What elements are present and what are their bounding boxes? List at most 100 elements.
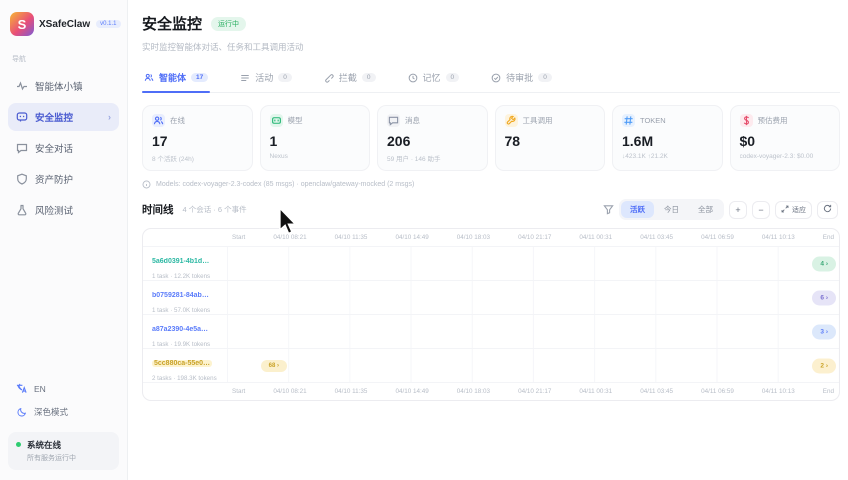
session-lane[interactable]: 4 › <box>227 247 839 280</box>
dark-mode-toggle[interactable]: 深色模式 <box>8 400 119 424</box>
sidebar-item-label: 资产防护 <box>35 172 73 186</box>
model-icon <box>270 114 283 127</box>
tab[interactable]: 拦截 0 <box>322 66 378 92</box>
timeline-session-row[interactable]: 5cc880ca-55e0… 2 tasks · 198.3K tokens 6… <box>143 348 839 382</box>
main-content: 安全监控 运行中 实时监控智能体对话、任务和工具调用活动 智能体 17 活动 0… <box>128 0 848 480</box>
session-id[interactable]: 5a6d0391-4b1d… <box>152 258 209 265</box>
event-marker[interactable]: 68 › <box>261 360 287 372</box>
tab-label: 待审批 <box>506 71 533 84</box>
nav-list: 智能体小镇 › 安全监控 › 安全对话 › 资产防护 › 风险测试 › <box>8 72 119 227</box>
stat-card: TOKEN 1.6M ↓423.1K ↑21.2K <box>612 105 723 171</box>
session-lane[interactable]: 6 › <box>227 281 839 314</box>
axis-tick-label: 04/10 18:03 <box>457 234 490 241</box>
sidebar-item-link[interactable]: 智能体小镇 › <box>8 72 119 100</box>
wrench-icon <box>505 114 518 127</box>
session-id[interactable]: 5cc880ca-55e0… <box>152 360 212 367</box>
sidebar-item-label: 风险测试 <box>35 203 73 217</box>
session-lane[interactable]: 3 › <box>227 315 839 348</box>
tab[interactable]: 待审批 0 <box>489 66 554 92</box>
axis-tick-label: 04/11 00:31 <box>579 388 612 395</box>
event-count-pill[interactable]: 3 › <box>812 324 836 339</box>
tab[interactable]: 记忆 0 <box>406 66 462 92</box>
app-name: XSafeClaw <box>39 19 90 30</box>
translate-icon <box>16 383 27 394</box>
sidebar-item-active[interactable]: 安全监控 › <box>8 103 119 131</box>
stat-card: 在线 17 8 个活跃 (24h) <box>142 105 253 171</box>
app-logo: S <box>10 12 34 36</box>
stat-card: 预估费用 $0 codex-voyager-2.3: $0.00 <box>730 105 841 171</box>
dark-mode-label: 深色模式 <box>34 406 68 418</box>
zoom-out-button[interactable]: − <box>752 201 770 219</box>
axis-tick-label: 04/11 10:13 <box>762 388 795 395</box>
timeline-session-row[interactable]: 5a6d0391-4b1d… 1 task · 12.2K tokens 4 › <box>143 246 839 280</box>
refresh-button[interactable] <box>817 201 838 219</box>
activity-icon <box>16 80 28 92</box>
axis-tick-label: 04/11 06:59 <box>701 388 734 395</box>
stat-label: TOKEN <box>640 116 666 125</box>
version-badge: v0.1.1 <box>96 20 120 28</box>
filter-option[interactable]: 全部 <box>689 201 722 218</box>
stat-label: 模型 <box>288 115 303 126</box>
page-title: 安全监控 <box>142 13 202 34</box>
link-icon <box>324 73 334 83</box>
sidebar-item-link[interactable]: 风险测试 › <box>8 196 119 224</box>
language-label: EN <box>34 384 46 394</box>
session-meta: 1 task · 57.0K tokens <box>152 307 225 314</box>
stat-label: 在线 <box>170 115 185 126</box>
session-id[interactable]: b0759281-84ab… <box>152 292 209 299</box>
timeline-session-row[interactable]: b0759281-84ab… 1 task · 57.0K tokens 6 › <box>143 280 839 314</box>
event-count-pill[interactable]: 2 › <box>812 358 836 373</box>
event-count-pill[interactable]: 6 › <box>812 290 836 305</box>
fit-button[interactable]: 适应 <box>775 201 812 219</box>
stat-value: 1.6M <box>622 133 713 149</box>
timeline-axis-bottom: Start04/10 08:2104/10 11:3504/10 14:4904… <box>143 382 839 400</box>
filter-icon[interactable] <box>602 204 614 216</box>
tab[interactable]: 智能体 17 <box>142 66 210 92</box>
expand-icon <box>781 205 789 215</box>
axis-tick-label: 04/10 11:35 <box>335 234 368 241</box>
stat-label: 工具调用 <box>523 115 553 126</box>
stat-subtext <box>505 153 596 161</box>
sidebar-item-label: 智能体小镇 <box>35 79 83 93</box>
sidebar-item-link[interactable]: 安全对话 › <box>8 134 119 162</box>
online-dot-icon <box>16 442 21 447</box>
zoom-in-button[interactable]: + <box>729 201 747 219</box>
filter-option[interactable]: 活跃 <box>621 201 654 218</box>
timeline-meta: 4 个会话 · 6 个事件 <box>183 204 247 215</box>
tab-count-badge: 0 <box>538 73 552 82</box>
session-id[interactable]: a87a2390-4e5a… <box>152 326 208 333</box>
language-toggle[interactable]: EN <box>8 377 119 400</box>
hash-icon <box>622 114 635 127</box>
axis-tick-label: 04/11 10:13 <box>762 234 795 241</box>
session-meta: 1 task · 19.9K tokens <box>152 341 225 348</box>
filter-option[interactable]: 今日 <box>655 201 688 218</box>
axis-tick-label: 04/10 11:35 <box>335 388 368 395</box>
session-lane[interactable]: 68 › 2 › <box>227 349 839 382</box>
stat-label: 消息 <box>405 115 420 126</box>
page-subtitle: 实时监控智能体对话、任务和工具调用活动 <box>142 41 840 53</box>
agents-icon <box>144 73 154 83</box>
timeline-axis-top: Start04/10 08:2104/10 11:3504/10 14:4904… <box>143 229 839 246</box>
axis-tick-label: 04/11 03:45 <box>640 234 673 241</box>
tab-count-badge: 0 <box>362 73 376 82</box>
brand-row: S XSafeClaw v0.1.1 <box>8 10 119 52</box>
tab[interactable]: 活动 0 <box>238 66 294 92</box>
sidebar-item-label: 安全对话 <box>35 141 73 155</box>
tab-label: 智能体 <box>159 71 186 84</box>
timeline-session-row[interactable]: a87a2390-4e5a… 1 task · 19.9K tokens 3 › <box>143 314 839 348</box>
stat-subtext: Nexus <box>270 153 361 161</box>
stat-card: 工具调用 78 <box>495 105 606 171</box>
axis-tick-label: Start <box>232 234 245 241</box>
event-count-pill[interactable]: 4 › <box>812 256 836 271</box>
stat-value: 206 <box>387 133 478 149</box>
axis-tick-label: 04/10 14:49 <box>395 234 428 241</box>
sidebar-item-link[interactable]: 资产防护 › <box>8 165 119 193</box>
status-subtitle: 所有服务运行中 <box>27 453 76 463</box>
stat-subtext: ↓423.1K ↑21.2K <box>622 153 713 161</box>
refresh-icon <box>823 204 832 215</box>
axis-tick-label: End <box>823 388 834 395</box>
tab-count-badge: 0 <box>446 73 460 82</box>
sidebar-item-label: 安全监控 <box>35 110 73 124</box>
axis-tick-label: 04/10 18:03 <box>457 388 490 395</box>
axis-tick-label: Start <box>232 388 245 395</box>
